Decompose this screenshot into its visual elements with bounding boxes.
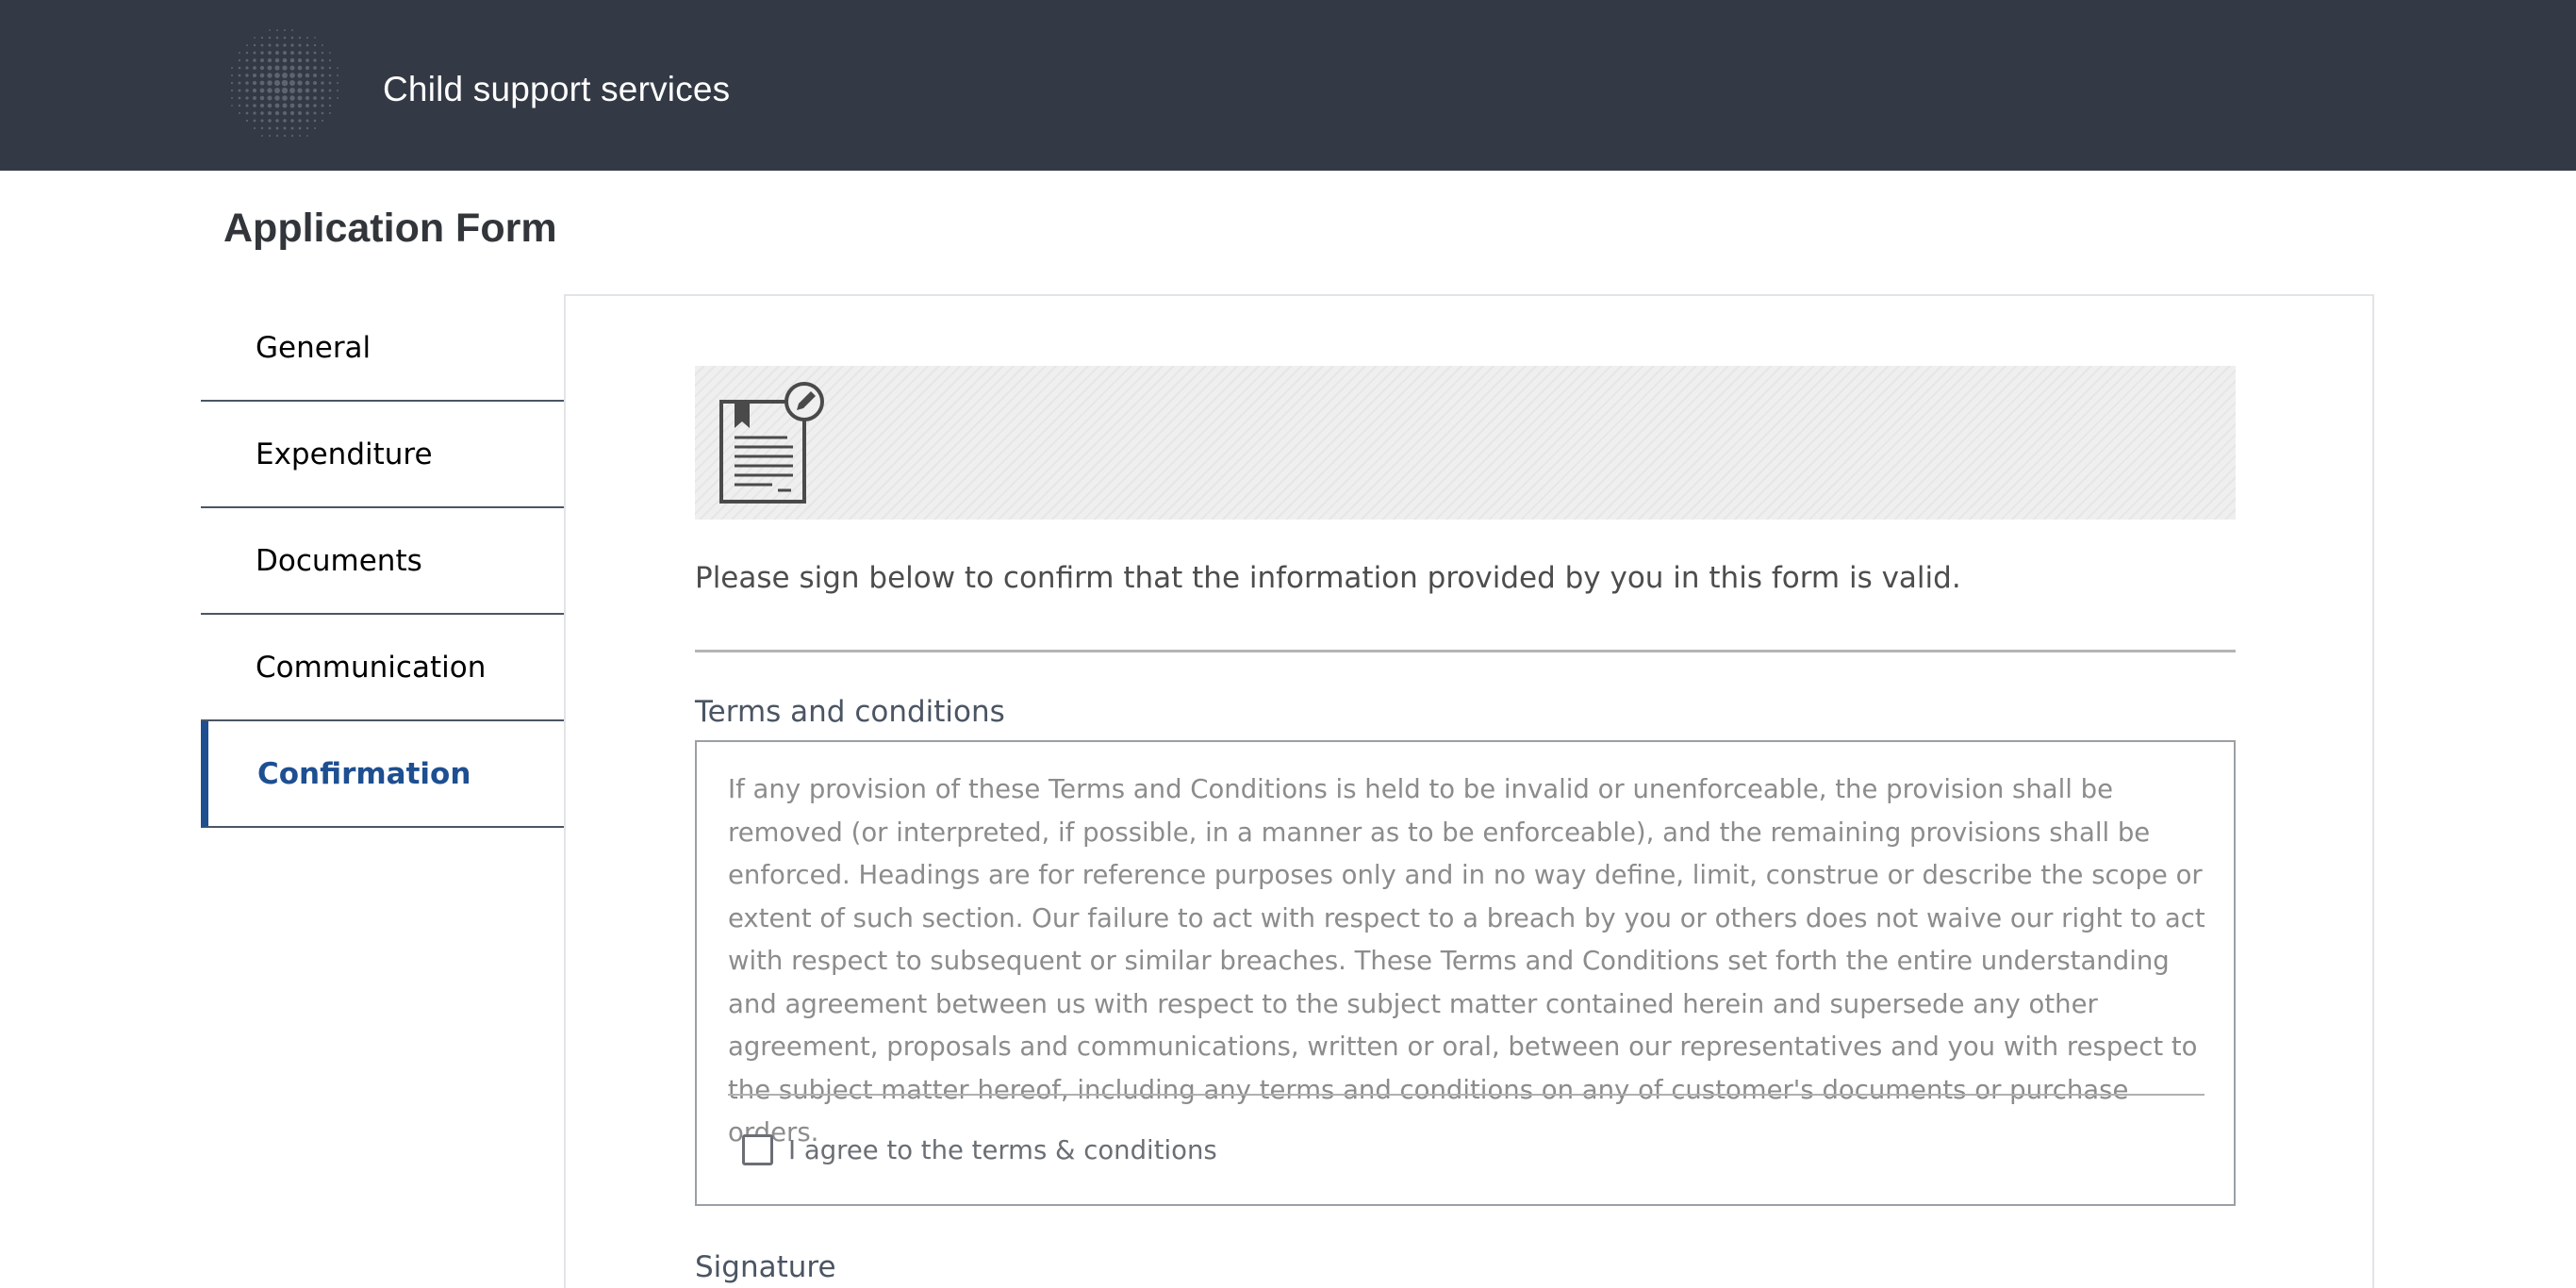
nav-item-expenditure[interactable]: Expenditure	[201, 402, 565, 508]
nav-item-documents[interactable]: Documents	[201, 508, 565, 615]
terms-box[interactable]: If any provision of these Terms and Cond…	[695, 740, 2236, 1206]
section-divider	[695, 650, 2236, 652]
agree-terms-label[interactable]: I agree to the terms & conditions	[788, 1135, 1217, 1165]
terms-label: Terms and conditions	[695, 695, 1005, 729]
nav-item-general[interactable]: General	[201, 295, 565, 402]
page-title: Application Form	[223, 206, 557, 251]
terms-divider	[728, 1094, 2204, 1096]
nav-item-label: General	[256, 330, 372, 365]
nav-item-label: Confirmation	[257, 756, 471, 791]
signature-label: Signature	[695, 1250, 836, 1284]
agree-terms-checkbox[interactable]	[742, 1134, 773, 1165]
nav-item-label: Communication	[256, 650, 487, 685]
signed-document-icon	[719, 382, 824, 504]
nav-item-label: Documents	[256, 543, 422, 578]
nav-item-confirmation[interactable]: Confirmation	[201, 721, 565, 828]
logo-icon[interactable]	[224, 26, 343, 143]
shell-bar: Child support services	[0, 0, 2576, 171]
agree-terms-row[interactable]: I agree to the terms & conditions	[742, 1134, 1217, 1165]
confirmation-instructions: Please sign below to confirm that the in…	[695, 561, 1961, 595]
nav-item-communication[interactable]: Communication	[201, 615, 565, 721]
shell-title: Child support services	[383, 70, 731, 108]
nav-item-label: Expenditure	[256, 437, 433, 471]
illustration-banner	[695, 366, 2236, 520]
form-step-nav: General Expenditure Documents Communicat…	[201, 295, 565, 828]
terms-text: If any provision of these Terms and Cond…	[728, 774, 2205, 1148]
